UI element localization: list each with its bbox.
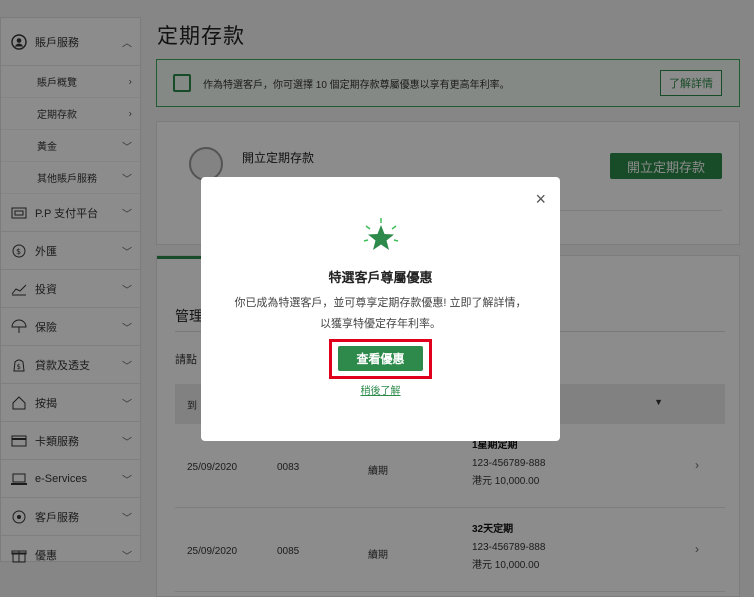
learn-later-link[interactable]: 稍後了解 — [201, 382, 560, 397]
offer-modal: × 特選客戶尊屬優惠 你已成為特選客戶，並可尊享定期存款優惠! 立即了解詳情，以… — [201, 177, 560, 441]
modal-body: 你已成為特選客戶，並可尊享定期存款優惠! 立即了解詳情，以獲享特優定存年利率。 — [234, 297, 527, 330]
close-icon[interactable]: × — [535, 190, 546, 208]
view-offer-button[interactable]: 查看優惠 — [338, 346, 423, 371]
modal-title: 特選客戶尊屬優惠 — [328, 270, 433, 285]
star-icon — [363, 218, 399, 250]
